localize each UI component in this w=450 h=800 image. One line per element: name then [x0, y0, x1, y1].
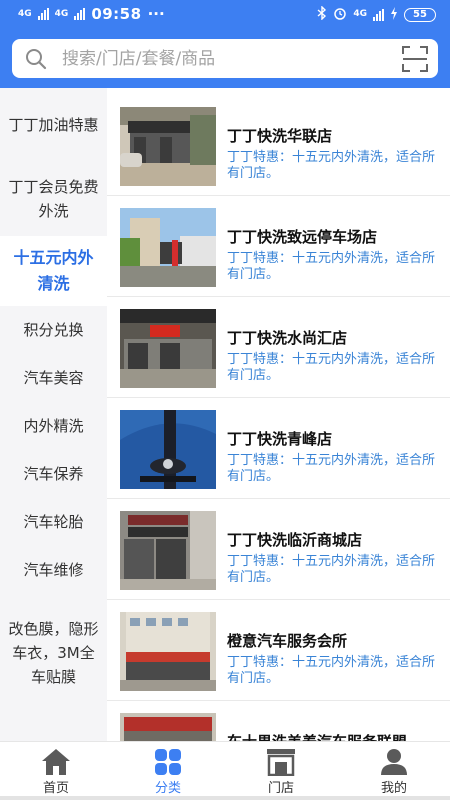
signal-icon: [37, 8, 49, 20]
sidebar-item-points-exchange[interactable]: 积分兑换: [0, 306, 107, 354]
store-name: 丁丁快洗华联店: [227, 127, 333, 145]
signal-icon-2: [74, 8, 86, 20]
sidebar-item-detail-wash[interactable]: 内外精洗: [0, 402, 107, 450]
sidebar-item-maintenance[interactable]: 汽车保养: [0, 450, 107, 498]
tab-home[interactable]: 首页: [0, 742, 112, 800]
signal-icon-right: [373, 8, 384, 21]
store-row[interactable]: 丁丁快洗青峰店 丁丁特惠：十五元内外清洗，适合所有门店。: [107, 398, 450, 499]
tab-category[interactable]: 分类: [112, 742, 224, 800]
store-row[interactable]: 丁丁快洗华联店 丁丁特惠：十五元内外清洗，适合所有门店。: [107, 95, 450, 196]
category-sidebar: 丁丁加油特惠 丁丁会员免费外洗 十五元内外清洗 积分兑换 汽车美容 内外精洗 汽…: [0, 88, 107, 741]
tab-label: 门店: [267, 781, 294, 796]
store-photo: [120, 309, 216, 388]
sidebar-item-15-yuan-wash[interactable]: 十五元内外清洗: [0, 236, 107, 306]
scan-icon[interactable]: [402, 46, 428, 72]
store-photo: [120, 511, 216, 590]
sidebar-item-wrap-film[interactable]: 改色膜，隐形车衣，3M全车贴膜: [0, 600, 107, 706]
store-photo: [120, 612, 216, 691]
store-row[interactable]: 车士界洗美养汽车服务联盟: [107, 701, 450, 741]
search-input[interactable]: [62, 39, 382, 78]
store-promo: 丁丁特惠：十五元内外清洗，适合所有门店。: [227, 655, 436, 686]
store-name: 丁丁快洗临沂商城店: [227, 531, 363, 549]
battery-icon: 55: [404, 7, 436, 22]
status-bar: 4G 4G 09:58 ··· 4G 55: [0, 0, 450, 30]
alarm-icon: [333, 6, 347, 23]
sidebar-item-label: 十五元内外清洗: [13, 248, 94, 293]
store-promo: 丁丁特惠：十五元内外清洗，适合所有门店。: [227, 150, 436, 181]
status-right: 4G 55: [317, 5, 436, 23]
sidebar-item-label: 内外精洗: [23, 417, 84, 435]
search-bar[interactable]: [12, 39, 438, 78]
store-photo: [120, 107, 216, 186]
sidebar-item-label: 汽车维修: [23, 561, 84, 579]
store-photo: [120, 410, 216, 489]
status-more-dots: ···: [147, 5, 165, 23]
sidebar-item-label: 积分兑换: [23, 321, 84, 339]
bluetooth-icon: [317, 5, 327, 23]
sidebar-item-label: 丁丁会员免费外洗: [8, 178, 99, 220]
status-time: 09:58: [91, 5, 142, 23]
store-promo: 丁丁特惠：十五元内外清洗，适合所有门店。: [227, 251, 436, 282]
sidebar-item-member-free-wash[interactable]: 丁丁会员免费外洗: [0, 162, 107, 236]
tab-profile[interactable]: 我的: [338, 742, 450, 800]
store-name: 丁丁快洗水尚汇店: [227, 329, 348, 347]
network-label-right: 4G: [353, 9, 367, 19]
sidebar-item-label: 汽车轮胎: [23, 513, 84, 531]
tab-store[interactable]: 门店: [225, 742, 337, 800]
network-label-1: 4G: [18, 8, 32, 19]
search-icon: [24, 47, 48, 71]
sidebar-item-tires[interactable]: 汽车轮胎: [0, 498, 107, 546]
store-promo: 丁丁特惠：十五元内外清洗，适合所有门店。: [227, 352, 436, 383]
store-name: 丁丁快洗致远停车场店: [227, 228, 378, 246]
tab-label: 首页: [42, 781, 69, 796]
store-row[interactable]: 丁丁快洗致远停车场店 丁丁特惠：十五元内外清洗，适合所有门店。: [107, 196, 450, 297]
sidebar-item-refuel-deals[interactable]: 丁丁加油特惠: [0, 88, 107, 162]
store-row[interactable]: 丁丁快洗临沂商城店 丁丁特惠：十五元内外清洗，适合所有门店。: [107, 499, 450, 600]
bottom-tab-bar: 首页 分类 门店 我的: [0, 741, 450, 800]
app-header: 4G 4G 09:58 ··· 4G 55: [0, 0, 450, 88]
sidebar-item-label: 汽车美容: [23, 369, 84, 387]
sidebar-item-label: 改色膜，隐形车衣，3M全车贴膜: [8, 620, 99, 686]
sidebar-item-car-beauty[interactable]: 汽车美容: [0, 354, 107, 402]
store-name: 丁丁快洗青峰店: [227, 430, 333, 448]
charging-icon: [390, 6, 398, 23]
sidebar-item-label: 汽车保养: [23, 465, 84, 483]
sidebar-item-label: 丁丁加油特惠: [8, 116, 99, 134]
home-indicator: [0, 796, 450, 800]
store-promo: 丁丁特惠：十五元内外清洗，适合所有门店。: [227, 453, 436, 484]
store-name: 车士界洗美养汽车服务联盟: [227, 731, 407, 741]
store-promo: 丁丁特惠：十五元内外清洗，适合所有门店。: [227, 554, 436, 585]
store-row[interactable]: 丁丁快洗水尚汇店 丁丁特惠：十五元内外清洗，适合所有门店。: [107, 297, 450, 398]
network-label-2: 4G: [54, 8, 69, 19]
store-row[interactable]: 橙意汽车服务会所 丁丁特惠：十五元内外清洗，适合所有门店。: [107, 600, 450, 701]
tab-label: 分类: [154, 781, 181, 796]
tab-label: 我的: [380, 781, 407, 796]
store-photo: [120, 713, 216, 741]
store-photo: [120, 208, 216, 287]
status-left: 4G 4G 09:58 ···: [18, 5, 165, 23]
store-name: 橙意汽车服务会所: [227, 632, 348, 650]
store-list: 丁丁快洗华联店 丁丁特惠：十五元内外清洗，适合所有门店。 丁丁快洗致远停车场店 …: [107, 88, 450, 741]
sidebar-item-repair[interactable]: 汽车维修: [0, 546, 107, 594]
